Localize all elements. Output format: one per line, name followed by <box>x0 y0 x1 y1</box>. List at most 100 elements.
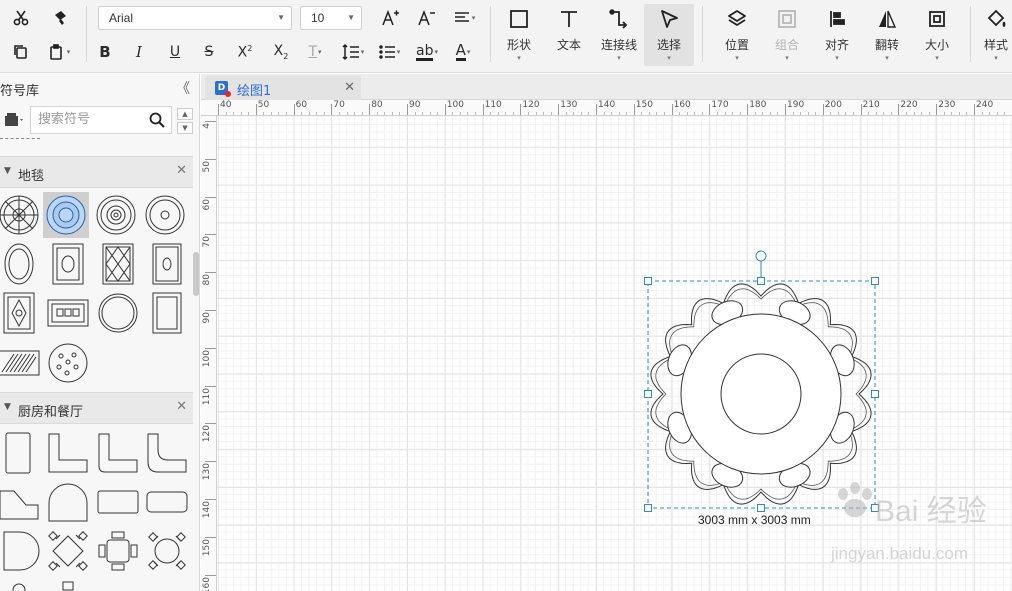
toolbar: ▾ Arial ▼ 10 ▼ ▾ B I U S X2 X2 T ▾ ▾ ▾ a… <box>0 0 1012 73</box>
ruler-label: 160 <box>673 100 691 110</box>
category-header-kitchen-dining[interactable]: ▼ 厨房和餐厅 ✕ <box>0 392 193 424</box>
ruler-tick <box>205 196 216 198</box>
select-button-label: 选择 <box>656 38 681 52</box>
kitchen-symbol[interactable] <box>0 574 42 591</box>
kitchen-symbol[interactable] <box>45 479 91 525</box>
highlight-icon[interactable]: ab ▾ <box>412 40 442 64</box>
resize-handle[interactable] <box>757 277 765 285</box>
dining-table-symbol[interactable] <box>95 528 141 574</box>
text-style-icon[interactable]: T ▾ <box>302 40 328 64</box>
scroll-up-button[interactable]: ▲ <box>177 108 193 120</box>
kitchen-symbol[interactable] <box>45 430 91 476</box>
resize-handle[interactable] <box>644 277 652 285</box>
round-rug-shape[interactable] <box>650 283 872 505</box>
rug-symbol[interactable] <box>95 241 141 287</box>
collapse-panel-icon[interactable]: 《 <box>176 78 190 98</box>
shape-size-label: 3003 mm x 3003 mm <box>698 513 811 527</box>
rotation-handle[interactable] <box>755 250 767 262</box>
ruler-tick <box>482 104 484 115</box>
close-icon[interactable]: ✕ <box>176 163 187 178</box>
format-painter-icon[interactable] <box>48 6 74 30</box>
symbol-search-input[interactable]: 搜索符号 <box>30 106 172 134</box>
kitchen-symbol[interactable] <box>144 430 190 476</box>
resize-handle[interactable] <box>644 390 652 398</box>
scroll-down-button[interactable]: ▼ <box>177 122 193 134</box>
copy-icon[interactable] <box>8 40 34 64</box>
search-icon[interactable] <box>149 112 165 128</box>
category-header-rugs[interactable]: ▼ 地毯 ✕ <box>0 156 193 188</box>
rug-symbol-selected[interactable] <box>43 192 89 238</box>
close-icon[interactable]: ✕ <box>176 399 187 414</box>
kitchen-symbol[interactable] <box>95 479 141 525</box>
flip-button[interactable]: 翻转 ▾ <box>862 4 912 66</box>
kitchen-symbol[interactable] <box>45 574 91 591</box>
rug-symbol[interactable] <box>45 340 91 386</box>
text-align-icon[interactable]: ▾ <box>448 6 480 30</box>
ruler-label: 50 <box>202 160 212 173</box>
resize-handle[interactable] <box>757 504 765 512</box>
rug-symbol[interactable] <box>0 340 42 386</box>
rug-symbol[interactable] <box>45 241 91 287</box>
ruler-label: 60 <box>202 198 212 211</box>
position-button[interactable]: 位置 ▾ <box>712 4 762 66</box>
font-size-select[interactable]: 10 ▼ <box>300 6 362 30</box>
subscript-icon[interactable]: X2 <box>268 40 294 64</box>
select-button[interactable]: 选择 ▾ <box>644 4 694 66</box>
kitchen-symbol[interactable] <box>0 479 42 525</box>
shape-button[interactable]: 形状 ▾ <box>494 4 544 66</box>
line-spacing-icon[interactable]: ▾ <box>338 40 368 64</box>
kitchen-symbol[interactable] <box>144 479 190 525</box>
connector-icon <box>608 4 630 34</box>
chevron-down-icon: ▼ <box>347 13 355 22</box>
font-family-select[interactable]: Arial ▼ <box>98 6 292 30</box>
rug-symbol[interactable] <box>142 192 188 238</box>
rug-symbol[interactable] <box>95 290 141 336</box>
superscript-icon[interactable]: X2 <box>232 40 258 64</box>
italic-icon[interactable]: I <box>126 40 152 64</box>
library-menu-button[interactable] <box>4 112 28 132</box>
text-button[interactable]: 文本 <box>544 4 594 66</box>
kitchen-symbol[interactable] <box>0 430 42 476</box>
paste-icon[interactable]: ▾ <box>46 40 72 64</box>
dining-table-symbol[interactable] <box>45 528 91 574</box>
list-icon[interactable]: ▾ <box>374 40 404 64</box>
strikethrough-icon[interactable]: S <box>196 40 222 64</box>
ruler-tick <box>331 104 333 115</box>
connector-button[interactable]: 连接线 ▾ <box>594 4 644 66</box>
cut-icon[interactable] <box>8 6 34 30</box>
resize-handle[interactable] <box>644 504 652 512</box>
font-color-icon[interactable]: A ▾ <box>448 40 478 64</box>
style-button[interactable]: 样式 ▾ <box>976 4 1012 66</box>
watermark-logo <box>831 482 881 531</box>
bold-icon[interactable]: B <box>92 40 118 64</box>
document-tab[interactable]: D 绘图1 ✕ <box>205 76 361 100</box>
ruler-tick <box>218 104 219 115</box>
increase-font-icon[interactable] <box>377 6 403 30</box>
rug-symbol[interactable] <box>45 290 91 336</box>
panel-scrollbar[interactable] <box>193 252 199 296</box>
resize-handle[interactable] <box>871 277 879 285</box>
category-name: 地毯 <box>18 169 45 184</box>
drawing-canvas[interactable]: 3003 mm x 3003 mm Bai 经验 jingyan.baidu.c… <box>217 116 1012 591</box>
resize-handle[interactable] <box>871 390 879 398</box>
ruler-tick <box>747 104 749 115</box>
group-button[interactable]: 组合 ▾ <box>762 4 812 66</box>
rug-symbol[interactable] <box>0 192 42 238</box>
decrease-font-icon[interactable] <box>413 6 439 30</box>
close-icon[interactable]: ✕ <box>344 80 355 95</box>
rug-symbol[interactable] <box>144 290 190 336</box>
kitchen-symbol[interactable] <box>95 430 141 476</box>
rug-symbol[interactable] <box>93 192 139 238</box>
divider <box>0 138 40 139</box>
rug-symbol[interactable] <box>0 241 42 287</box>
ruler-tick <box>369 104 371 115</box>
kitchen-symbol[interactable] <box>0 528 42 574</box>
rug-symbol[interactable] <box>144 241 190 287</box>
ruler-tick <box>205 158 216 160</box>
chevron-down-icon: ▼ <box>277 13 285 22</box>
rug-symbol[interactable] <box>0 290 42 336</box>
size-button[interactable]: 大小 ▾ <box>912 4 962 66</box>
underline-icon[interactable]: U <box>162 40 188 64</box>
align-button[interactable]: 对齐 ▾ <box>812 4 862 66</box>
dining-table-symbol[interactable] <box>144 528 190 574</box>
